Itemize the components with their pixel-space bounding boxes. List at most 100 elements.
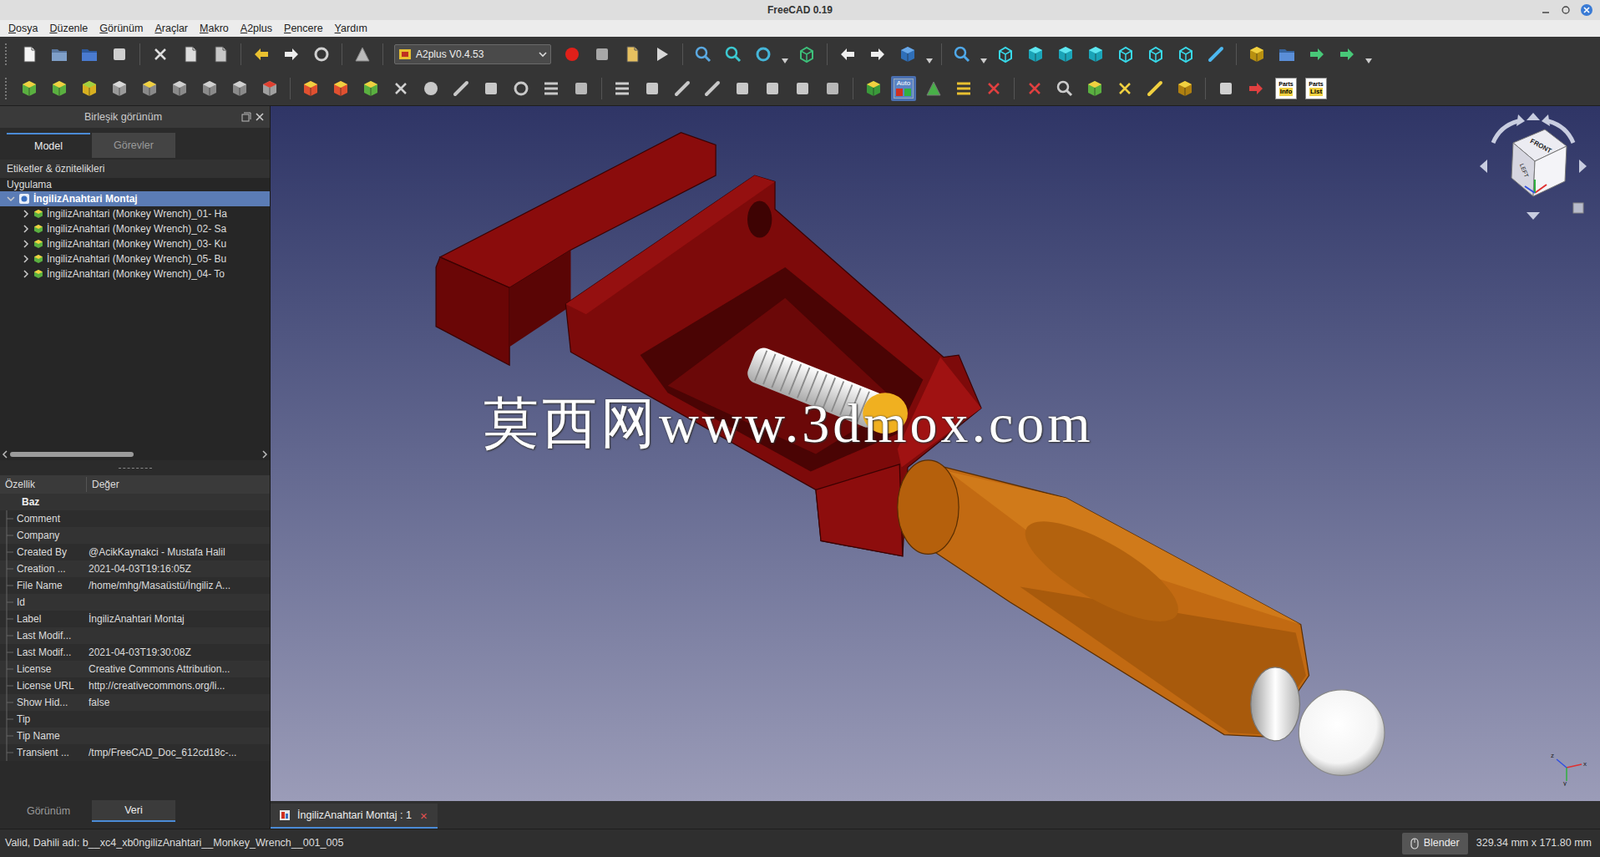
property-row[interactable]: Show Hid...false (0, 693, 270, 711)
toolbar-button[interactable] (147, 41, 173, 67)
menu-item[interactable]: Makro (199, 20, 229, 37)
toolbar-button[interactable] (789, 75, 816, 102)
toolbar-grip[interactable] (5, 77, 9, 100)
property-row[interactable]: Transient .../tmp/FreeCAD_Doc_612cd18c-.… (0, 744, 270, 761)
property-row[interactable]: Id (0, 593, 270, 611)
toolbar-button[interactable] (1274, 41, 1300, 67)
toolbar-button[interactable] (418, 75, 444, 102)
toolbar-button[interactable] (568, 75, 594, 102)
dropdown-arrow[interactable] (979, 41, 988, 67)
3d-viewport[interactable]: FRONTLEFTxyz莫西网www.3dmox.com (270, 106, 1600, 801)
horizontal-scrollbar[interactable] (0, 448, 270, 461)
toolbar-button[interactable] (1053, 41, 1079, 67)
property-row[interactable]: LabelİngilizAnahtari Montaj (0, 610, 270, 628)
menu-item[interactable]: Düzenle (49, 20, 88, 37)
tree-item[interactable]: İngilizAnahtari (Monkey Wrench)_05- Bu (0, 251, 270, 267)
menu-item[interactable]: Görünüm (99, 20, 143, 37)
toolbar-button[interactable] (349, 41, 375, 67)
menu-item[interactable]: Pencere (283, 20, 324, 37)
toolbar-button[interactable] (328, 75, 354, 102)
toolbar-button[interactable] (559, 41, 585, 67)
toolbar-button[interactable] (16, 75, 42, 102)
bottom-tab[interactable]: Veri (91, 800, 176, 822)
maximize-icon[interactable] (1559, 4, 1572, 16)
toolbar-button[interactable] (227, 75, 253, 102)
property-row[interactable]: Last Modif... (0, 627, 270, 644)
toolbar-button[interactable] (1334, 41, 1360, 67)
toolbar-button[interactable] (508, 75, 534, 102)
toolbar-button[interactable] (794, 41, 820, 67)
property-row[interactable]: Tip (0, 710, 270, 728)
toolbar-button[interactable] (257, 75, 283, 102)
property-row[interactable]: File Name/home/mhg/Masaüstü/İngiliz A... (0, 577, 270, 594)
toolbar-button[interactable] (992, 41, 1018, 67)
property-row[interactable]: Company (0, 526, 270, 544)
scrollbar-thumb[interactable] (10, 451, 134, 457)
property-group[interactable]: Baz (0, 493, 270, 511)
chevron-right-icon[interactable] (21, 269, 31, 279)
close-window-icon[interactable] (1579, 3, 1594, 17)
toolbar-button[interactable] (1143, 41, 1169, 67)
toolbar-button[interactable] (1113, 41, 1139, 67)
toolbar-button[interactable] (197, 75, 223, 102)
property-row[interactable]: Tip Name (0, 727, 270, 745)
toolbar-button[interactable] (1022, 75, 1048, 102)
toolbar-button[interactable] (1082, 75, 1108, 102)
property-row[interactable]: License URLhttp://creativecommons.org/li… (0, 677, 270, 694)
toolbar-button[interactable] (167, 75, 193, 102)
toolbar-button[interactable] (750, 41, 776, 67)
menu-item[interactable]: Dosya (8, 20, 38, 37)
chevron-right-icon[interactable] (21, 239, 31, 249)
toolbar-button[interactable] (388, 75, 414, 102)
toolbar-button[interactable] (177, 41, 203, 67)
toolbar-button[interactable] (538, 75, 564, 102)
toolbar-button[interactable] (895, 41, 921, 67)
tree-item[interactable]: İngilizAnahtari (Monkey Wrench)_02- Sa (0, 221, 270, 237)
toolbar-grip[interactable] (5, 43, 9, 66)
dropdown-arrow[interactable] (780, 41, 790, 67)
toolbar-button[interactable] (1083, 41, 1109, 67)
scroll-left-icon[interactable] (1, 450, 9, 459)
toolbar-button[interactable] (1052, 75, 1078, 102)
toolbar-button[interactable] (865, 41, 891, 67)
toolbar-button[interactable] (609, 75, 635, 102)
document-tab[interactable]: İngilizAnahtari Montaj : 1× (270, 803, 438, 829)
property-row[interactable]: Last Modif...2021-04-03T19:30:08Z (0, 643, 270, 661)
chevron-right-icon[interactable] (21, 254, 31, 264)
toolbar-button[interactable] (1022, 41, 1049, 67)
toolbar-button[interactable] (16, 41, 42, 67)
tree-item[interactable]: İngilizAnahtari (Monkey Wrench)_03- Ku (0, 236, 270, 252)
property-row[interactable]: Creation ...2021-04-03T19:16:05Z (0, 560, 270, 578)
toolbar-button[interactable] (278, 41, 304, 67)
toolbar-button[interactable] (76, 41, 102, 67)
toolbar-button[interactable] (820, 75, 846, 102)
toolbar-button[interactable] (835, 41, 861, 67)
combo-tab[interactable]: Görevler (91, 132, 176, 158)
chevron-right-icon[interactable] (21, 224, 31, 233)
close-panel-icon[interactable] (254, 111, 265, 122)
tree-item[interactable]: İngilizAnahtari Montaj (0, 191, 270, 207)
toolbar-button[interactable] (298, 75, 324, 102)
toolbar-button[interactable] (76, 75, 102, 102)
toolbar-button[interactable] (921, 75, 947, 102)
toolbar-button[interactable] (589, 41, 615, 67)
combo-tab[interactable]: Model (6, 132, 91, 158)
toolbar-button[interactable] (759, 75, 785, 102)
toolbar-button[interactable] (729, 75, 755, 102)
menu-item[interactable]: Araçlar (154, 20, 188, 37)
navigation-cube[interactable]: FRONTLEFT (1474, 109, 1592, 223)
toolbar-button[interactable] (1244, 41, 1270, 67)
chevron-right-icon[interactable] (21, 209, 31, 218)
toolbar-button[interactable] (1112, 75, 1138, 102)
toolbar-button[interactable] (106, 41, 132, 67)
toolbar-button[interactable] (358, 75, 384, 102)
splitter[interactable] (0, 460, 270, 476)
toolbar-button[interactable] (1203, 41, 1229, 67)
toolbar-button[interactable] (860, 75, 887, 102)
toolbar-button[interactable] (619, 41, 645, 67)
parts-button[interactable]: PartsInfo (1273, 75, 1299, 102)
property-row[interactable]: LicenseCreative Commons Attribution... (0, 660, 270, 678)
toolbar-button[interactable] (1173, 41, 1199, 67)
toolbar-button[interactable] (981, 75, 1007, 102)
tree-item[interactable]: İngilizAnahtari (Monkey Wrench)_04- To (0, 266, 270, 282)
